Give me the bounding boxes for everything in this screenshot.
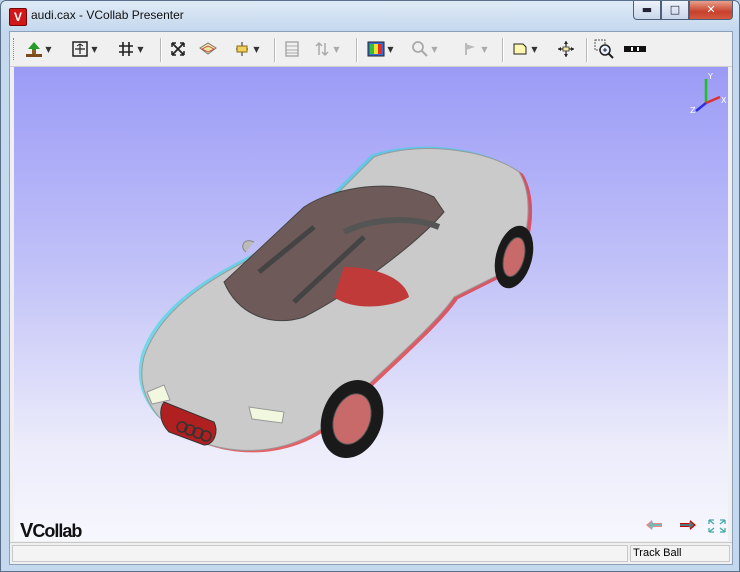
flag-icon[interactable] [460,39,480,59]
app-logo-icon[interactable]: V [9,8,27,26]
section-icon[interactable] [232,39,252,59]
status-message [12,545,628,562]
section-dropdown[interactable]: ▼ [252,45,261,54]
sort-icon[interactable] [312,39,332,59]
fit-dropdown[interactable]: ▼ [90,45,99,54]
tree-dropdown[interactable]: ▼ [44,45,53,54]
fullscreen-button[interactable] [708,519,726,533]
vcollab-logo: VCollab [20,520,82,541]
car-model[interactable] [14,67,728,541]
probe-dropdown[interactable]: ▼ [430,45,439,54]
client-area: ▼ ▼ ▼ ▼ ▼ ▼ ▼ ▼ ▼ Y X Z VCollab Track Ba… [9,31,733,565]
scale-bar-icon[interactable] [622,39,648,59]
grid-tool[interactable]: ▼ [116,39,145,59]
probe-tool[interactable]: ▼ [410,39,439,59]
contour-icon[interactable] [366,39,386,59]
pan-tool[interactable] [556,39,576,59]
grid-dropdown[interactable]: ▼ [136,45,145,54]
flag-tool[interactable]: ▼ [460,39,489,59]
tree-icon[interactable] [24,39,44,59]
close-button[interactable]: ✕ [689,1,733,20]
sort-tool[interactable]: ▼ [312,39,341,59]
sort-dropdown[interactable]: ▼ [332,45,341,54]
flag-dropdown[interactable]: ▼ [480,45,489,54]
next-arrow-icon[interactable] [678,519,698,531]
zoom-in-tool[interactable] [594,39,614,59]
explode-icon[interactable] [168,39,188,59]
probe-icon[interactable] [410,39,430,59]
fit-view-icon[interactable] [70,39,90,59]
previous-button[interactable] [644,519,664,533]
next-button[interactable] [678,519,698,533]
toolbar-separator [274,38,276,62]
fit-tool[interactable]: ▼ [70,39,99,59]
minimize-button[interactable]: ▬ [633,1,661,20]
box-view-tool[interactable] [198,39,218,59]
box-view-icon[interactable] [198,39,218,59]
previous-arrow-icon[interactable] [644,519,664,531]
scale-bar-tool[interactable] [622,39,648,59]
main-toolbar: ▼ ▼ ▼ ▼ ▼ ▼ ▼ ▼ ▼ [10,32,732,67]
app-window: V audi.cax - VCollab Presenter ▬ □ ✕ ▼ ▼ [0,0,740,572]
window-controls: ▬ □ ✕ [633,1,733,21]
toolbar-separator [586,38,588,62]
maximize-button[interactable]: □ [661,1,689,20]
note-tool[interactable]: ▼ [510,39,539,59]
status-mode: Track Ball [630,545,730,562]
title-bar[interactable]: V audi.cax - VCollab Presenter ▬ □ ✕ [1,1,739,31]
pan-icon[interactable] [556,39,576,59]
grid-icon[interactable] [116,39,136,59]
animation-icon[interactable] [282,39,302,59]
toolbar-separator [356,38,358,62]
explode-tool[interactable] [168,39,188,59]
contour-tool[interactable]: ▼ [366,39,395,59]
window-title: audi.cax - VCollab Presenter [31,8,184,22]
toolbar-separator [160,38,162,62]
section-tool[interactable]: ▼ [232,39,261,59]
status-bar: Track Ball [10,542,732,563]
3d-viewport[interactable]: Y X Z VCollab [14,67,728,541]
toolbar-grip[interactable] [13,38,17,60]
animation-tool[interactable] [282,39,302,59]
tree-tool[interactable]: ▼ [24,39,53,59]
contour-dropdown[interactable]: ▼ [386,45,395,54]
note-icon[interactable] [510,39,530,59]
fullscreen-icon[interactable] [708,519,726,533]
note-dropdown[interactable]: ▼ [530,45,539,54]
toolbar-separator [502,38,504,62]
zoom-in-icon[interactable] [594,39,614,59]
